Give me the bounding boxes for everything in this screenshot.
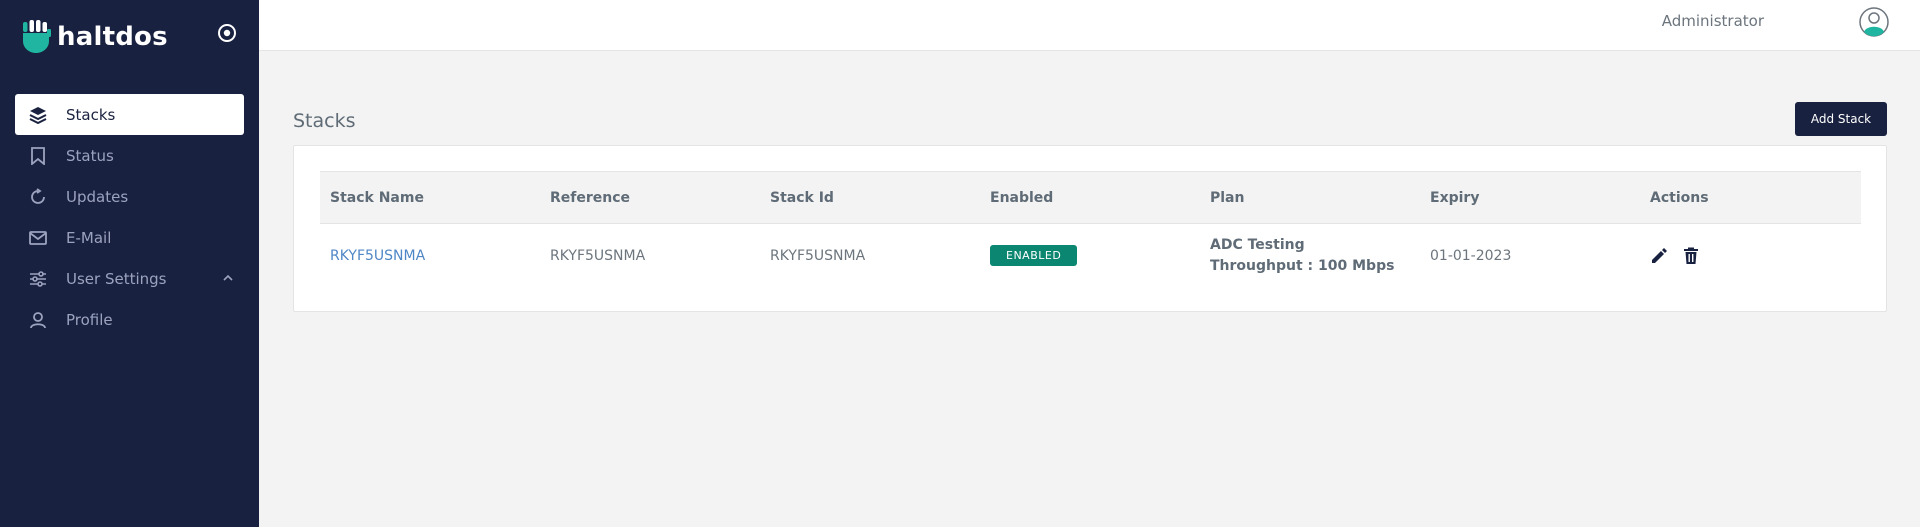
sidebar-item-label: Updates: [66, 187, 129, 206]
cell-stack-id: RKYF5USNMA: [770, 247, 866, 264]
sidebar-item-user-settings[interactable]: User Settings: [15, 258, 244, 299]
sliders-icon: [28, 269, 48, 289]
sidebar-item-email[interactable]: E-Mail: [15, 217, 244, 258]
brand-name: haltdos: [57, 22, 168, 52]
add-stack-button[interactable]: Add Stack: [1795, 102, 1887, 136]
user-name[interactable]: Administrator: [1662, 12, 1764, 30]
sidebar-nav: Stacks Status Updates E-Mail User Settin…: [15, 94, 244, 340]
avatar-icon[interactable]: [1859, 7, 1889, 37]
bookmark-icon: [28, 146, 48, 166]
column-header-reference: Reference: [540, 171, 760, 224]
sidebar-item-label: Status: [66, 146, 114, 165]
sidebar-item-updates[interactable]: Updates: [15, 176, 244, 217]
status-badge: ENABLED: [990, 245, 1078, 267]
table-header-row: Stack Name Reference Stack Id Enabled Pl…: [320, 171, 1861, 224]
stack-name-link[interactable]: RKYF5USNMA: [330, 248, 425, 264]
top-bar: Administrator: [259, 0, 1920, 51]
plan-name: ADC Testing: [1210, 236, 1305, 253]
sidebar-item-label: User Settings: [66, 269, 167, 288]
chevron-up-icon[interactable]: [222, 272, 234, 284]
cell-enabled: ENABLED: [980, 224, 1200, 288]
cell-actions: [1640, 224, 1861, 288]
sidebar-item-status[interactable]: Status: [15, 135, 244, 176]
sidebar-toggle-icon[interactable]: [216, 22, 238, 44]
layers-icon: [28, 105, 48, 125]
stacks-card: Stack Name Reference Stack Id Enabled Pl…: [293, 145, 1887, 312]
cell-stack-name: RKYF5USNMA: [320, 224, 540, 288]
column-header-enabled: Enabled: [980, 171, 1200, 224]
sidebar: haltdos Stacks Status Updates E-Mail Use…: [0, 0, 259, 527]
column-header-actions: Actions: [1640, 171, 1861, 224]
sidebar-item-profile[interactable]: Profile: [15, 299, 244, 340]
haltdos-logo-icon: [23, 20, 51, 53]
cell-expiry: 01-01-2023: [1430, 247, 1512, 264]
sidebar-item-label: E-Mail: [66, 228, 112, 247]
column-header-plan: Plan: [1200, 171, 1420, 224]
cell-plan: ADC Testing Throughput : 100 Mbps: [1200, 224, 1420, 288]
stacks-table: Stack Name Reference Stack Id Enabled Pl…: [320, 171, 1861, 288]
mail-icon: [28, 228, 48, 248]
table-row: RKYF5USNMA RKYF5USNMA RKYF5USNMA ENABLED…: [320, 224, 1861, 288]
sidebar-item-label: Stacks: [66, 105, 116, 124]
sidebar-item-label: Profile: [66, 310, 113, 329]
refresh-icon: [28, 187, 48, 207]
plan-throughput: Throughput : 100 Mbps: [1210, 257, 1395, 274]
page-title: Stacks: [293, 110, 356, 132]
sidebar-item-stacks[interactable]: Stacks: [15, 94, 244, 135]
column-header-stack-name: Stack Name: [320, 171, 540, 224]
cell-reference: RKYF5USNMA: [550, 247, 646, 264]
edit-icon[interactable]: [1650, 247, 1668, 265]
user-icon: [28, 310, 48, 330]
delete-icon[interactable]: [1682, 247, 1700, 265]
row-actions: [1650, 247, 1861, 265]
brand[interactable]: haltdos: [22, 20, 168, 54]
column-header-stack-id: Stack Id: [760, 171, 980, 224]
column-header-expiry: Expiry: [1420, 171, 1640, 224]
